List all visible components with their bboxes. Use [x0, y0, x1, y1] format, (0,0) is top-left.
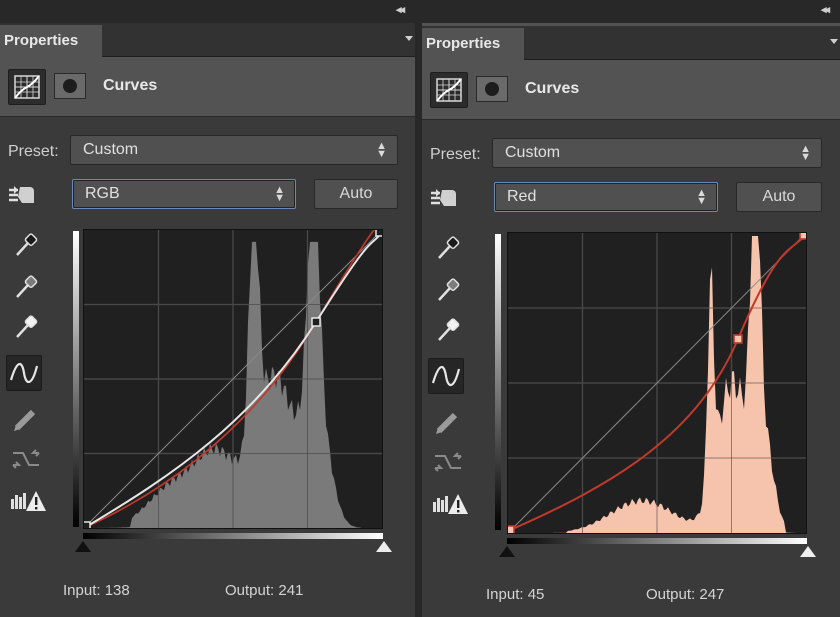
mask-icon[interactable] [54, 73, 86, 99]
channel-value: RGB [85, 185, 120, 202]
channel-value: Red [507, 188, 537, 205]
black-point-slider[interactable] [499, 546, 515, 557]
pencil-icon[interactable] [430, 404, 466, 440]
curve-point [375, 227, 385, 237]
mask-icon[interactable] [476, 76, 508, 102]
output-gradient-bar [73, 231, 79, 527]
panel-top-bar: ◂◂ [0, 0, 415, 23]
curves-graph[interactable] [81, 218, 386, 531]
panel-content: Curves Preset: Custom ▲ ▼ Red ▲ ▼ Auto I… [422, 60, 840, 617]
tab-properties[interactable]: Properties [422, 28, 524, 60]
properties-panel-rgb: ◂◂ Properties Curves Preset: Custom ▲ ▼ … [0, 0, 415, 617]
preset-dropdown[interactable]: Custom ▲ ▼ [70, 135, 398, 165]
auto-button[interactable]: Auto [736, 182, 822, 212]
black-eyedropper-icon[interactable] [8, 227, 44, 263]
clipping-warning-icon[interactable] [8, 485, 46, 521]
preset-value: Custom [83, 141, 139, 158]
adjustment-header: Curves [0, 57, 415, 117]
input-gradient-bar [507, 538, 807, 544]
panel-menu-icon[interactable] [405, 36, 413, 41]
adjustment-title: Curves [103, 77, 158, 94]
channel-dropdown[interactable]: Red ▲ ▼ [494, 182, 718, 212]
black-point-slider[interactable] [75, 541, 91, 552]
adjustment-title: Curves [525, 80, 580, 97]
updown-icon: ▲ ▼ [274, 184, 285, 204]
curves-adjustment-icon[interactable] [430, 72, 468, 108]
target-adjust-icon[interactable] [6, 177, 42, 213]
input-label: Input: [486, 586, 524, 603]
collapse-icon[interactable]: ◂◂ [396, 3, 405, 16]
white-point-slider[interactable] [800, 546, 816, 557]
gray-eyedropper-icon[interactable] [8, 269, 44, 305]
output-label: Output: [646, 586, 696, 603]
output-readout: Output: 241 [225, 582, 303, 599]
collapse-icon[interactable]: ◂◂ [821, 3, 830, 16]
tab-row: Properties [0, 23, 415, 57]
curves-graph[interactable] [505, 230, 809, 535]
output-value: 247 [699, 586, 725, 603]
updown-icon: ▲ ▼ [800, 143, 811, 163]
tab-row: Properties [422, 26, 840, 60]
clipping-warning-icon[interactable] [430, 488, 468, 524]
updown-icon: ▲ ▼ [696, 187, 707, 207]
input-value: 138 [104, 582, 130, 599]
adjustment-header: Curves [422, 60, 840, 120]
curve-point-icon[interactable] [6, 355, 42, 391]
white-eyedropper-icon[interactable] [8, 309, 44, 345]
smooth-icon[interactable] [430, 444, 466, 480]
preset-label: Preset: [430, 146, 481, 163]
auto-button[interactable]: Auto [314, 179, 398, 209]
gray-eyedropper-icon[interactable] [430, 272, 466, 308]
updown-icon: ▲ ▼ [376, 140, 387, 160]
preset-dropdown[interactable]: Custom ▲ ▼ [492, 138, 822, 168]
input-label: Input: [63, 582, 101, 599]
curve-point [733, 334, 743, 344]
output-value: 241 [278, 582, 304, 599]
output-gradient-bar [495, 234, 501, 530]
curve-point [505, 525, 515, 535]
input-readout: Input: 138 [63, 582, 130, 599]
white-eyedropper-icon[interactable] [430, 312, 466, 348]
panel-content: Curves Preset: Custom ▲ ▼ RGB ▲ ▼ Auto I… [0, 57, 415, 617]
input-readout: Input: 45 [486, 586, 544, 603]
channel-dropdown[interactable]: RGB ▲ ▼ [72, 179, 296, 209]
pencil-icon[interactable] [8, 401, 44, 437]
curves-adjustment-icon[interactable] [8, 69, 46, 105]
curve-point [311, 317, 321, 327]
properties-panel-red: ◂◂ Properties Curves Preset: Custom ▲ ▼ … [422, 0, 840, 617]
tab-properties[interactable]: Properties [0, 25, 102, 57]
black-eyedropper-icon[interactable] [430, 230, 466, 266]
target-adjust-icon[interactable] [428, 180, 464, 216]
panel-divider [415, 0, 422, 617]
output-readout: Output: 247 [646, 586, 724, 603]
panel-menu-icon[interactable] [830, 39, 838, 44]
preset-value: Custom [505, 144, 561, 161]
preset-label: Preset: [8, 143, 59, 160]
input-gradient-bar [83, 533, 383, 539]
white-point-slider[interactable] [376, 541, 392, 552]
input-value: 45 [527, 586, 545, 603]
smooth-icon[interactable] [8, 441, 44, 477]
curve-point-icon[interactable] [428, 358, 464, 394]
curve-point [81, 521, 91, 531]
output-label: Output: [225, 582, 275, 599]
curve-point [799, 230, 809, 240]
panel-top-bar: ◂◂ [422, 0, 840, 23]
